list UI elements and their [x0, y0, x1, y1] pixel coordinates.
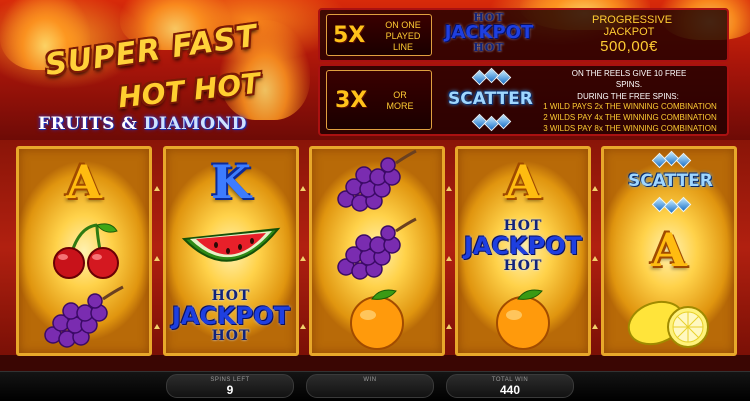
reel-symbol-lemon — [604, 285, 734, 353]
reel-symbol-ace: A — [19, 149, 149, 217]
logo-subtitle: FRUITS & DIAMOND — [38, 114, 247, 134]
diamond-icon — [495, 69, 512, 86]
progressive-jackpot-value: 500,00€ — [600, 38, 658, 55]
jackpot-multiplier: 5X — [333, 23, 366, 48]
scatter-condition: OR MORE — [386, 90, 414, 111]
scatter-reels-text: ON THE REELS GIVE 10 FREE SPINS. — [571, 69, 687, 89]
lemon-icon — [627, 300, 709, 348]
scatter-paytable: 3X OR MORE SCATTER ON THE REELS GIVE 10 … — [318, 64, 729, 136]
wild-payout-1: 1 WILD PAYS 2x THE WINNING COMBINATION — [543, 102, 717, 111]
reel-symbol-cherry — [19, 217, 149, 285]
scatter-symbol: SCATTER — [438, 67, 538, 132]
diamond-icon — [675, 196, 692, 213]
total-win-value: 440 — [499, 383, 521, 397]
wild-payout-3: 3 WILDS PAY 8x THE WINNING COMBINATION — [543, 124, 717, 133]
grapes-icon — [337, 217, 417, 280]
grapes-icon — [44, 285, 124, 348]
jackpot-hot-bottom: HOT — [503, 258, 543, 274]
reel-symbol-ace: A — [604, 217, 734, 285]
reel-1: A — [16, 146, 152, 356]
jackpot-symbol-reel: HOT JACKPOT HOT — [458, 219, 588, 273]
reel-symbol-watermelon — [166, 217, 296, 285]
progressive-jackpot-title: PROGRESSIVE JACKPOT — [592, 14, 673, 38]
reel-3 — [309, 146, 445, 356]
logo-subtitle-diamond: DIAMOND — [143, 114, 247, 134]
jackpot-hot-bottom: HOT — [211, 328, 251, 344]
reel-separator — [589, 146, 601, 350]
scatter-word: SCATTER — [448, 89, 533, 109]
reel-symbol-jackpot: HOT JACKPOT HOT — [166, 285, 296, 353]
reel-symbol-jackpot: HOT JACKPOT HOT — [458, 217, 588, 285]
orange-icon — [496, 289, 550, 350]
grapes-icon — [337, 149, 417, 212]
orange-icon — [350, 289, 404, 350]
reel-separator — [443, 146, 455, 350]
scatter-multiplier: 3X — [335, 88, 368, 113]
win-label: WIN — [363, 377, 377, 383]
reel-symbol-king: K — [166, 149, 296, 217]
jackpot-word: JACKPOT — [444, 22, 534, 43]
wild-payout-2: 2 WILDS PAY 4x THE WINNING COMBINATION — [543, 113, 717, 122]
reel-symbol-grapes — [312, 149, 442, 217]
ace-symbol-letter: A — [651, 223, 687, 277]
spins-left-display: SPINS LEFT 9 — [166, 374, 294, 398]
reel-symbol-ace: A — [458, 149, 588, 217]
watermelon-icon — [181, 227, 281, 262]
scatter-multiplier-panel: 3X OR MORE — [326, 70, 432, 130]
reel-symbol-grapes — [312, 217, 442, 285]
jackpot-paytable: 5X ON ONE PLAYED LINE HOT JACKPOT HOT PR… — [318, 8, 729, 62]
king-symbol-letter: K — [211, 155, 251, 209]
diamond-icon — [495, 113, 512, 130]
jackpot-hot-top: HOT — [211, 288, 251, 304]
jackpot-symbol: HOT JACKPOT HOT — [434, 12, 544, 53]
ace-symbol-letter: A — [505, 155, 541, 209]
jackpot-condition: ON ONE PLAYED LINE — [385, 20, 421, 52]
win-display: WIN — [306, 374, 434, 398]
jackpot-multiplier-panel: 5X ON ONE PLAYED LINE — [326, 14, 432, 56]
reel-4: A HOT JACKPOT HOT — [455, 146, 591, 356]
jackpot-symbol-reel: HOT JACKPOT HOT — [166, 289, 296, 343]
spins-left-value: 9 — [226, 383, 234, 397]
logo-title-hot-hot: HOT HOT — [116, 66, 262, 115]
reel-symbol-orange — [312, 285, 442, 353]
jackpot-hot-bottom: HOT — [473, 41, 505, 54]
reel-symbol-orange — [458, 285, 588, 353]
jackpot-word: JACKPOT — [463, 232, 583, 260]
reel-separator — [151, 146, 163, 350]
scatter-word: SCATTER — [628, 171, 713, 191]
reel-symbol-scatter: SCATTER — [604, 149, 734, 217]
reel-symbol-grapes — [19, 285, 149, 353]
diamond-icon — [675, 152, 692, 169]
reel-separator — [297, 146, 309, 350]
jackpot-hot-top: HOT — [503, 218, 543, 234]
total-win-display: TOTAL WIN 440 — [446, 374, 574, 398]
logo-subtitle-fruits: FRUITS & — [38, 114, 138, 134]
ace-symbol-letter: A — [66, 155, 102, 209]
reel-2: K HOT JACKPOT HOT — [163, 146, 299, 356]
cherry-icon — [53, 223, 119, 279]
game-logo: SUPER FAST HOT HOT FRUITS & DIAMOND — [28, 19, 288, 138]
reel-5: SCATTER A — [601, 146, 737, 356]
jackpot-word: JACKPOT — [171, 302, 291, 330]
